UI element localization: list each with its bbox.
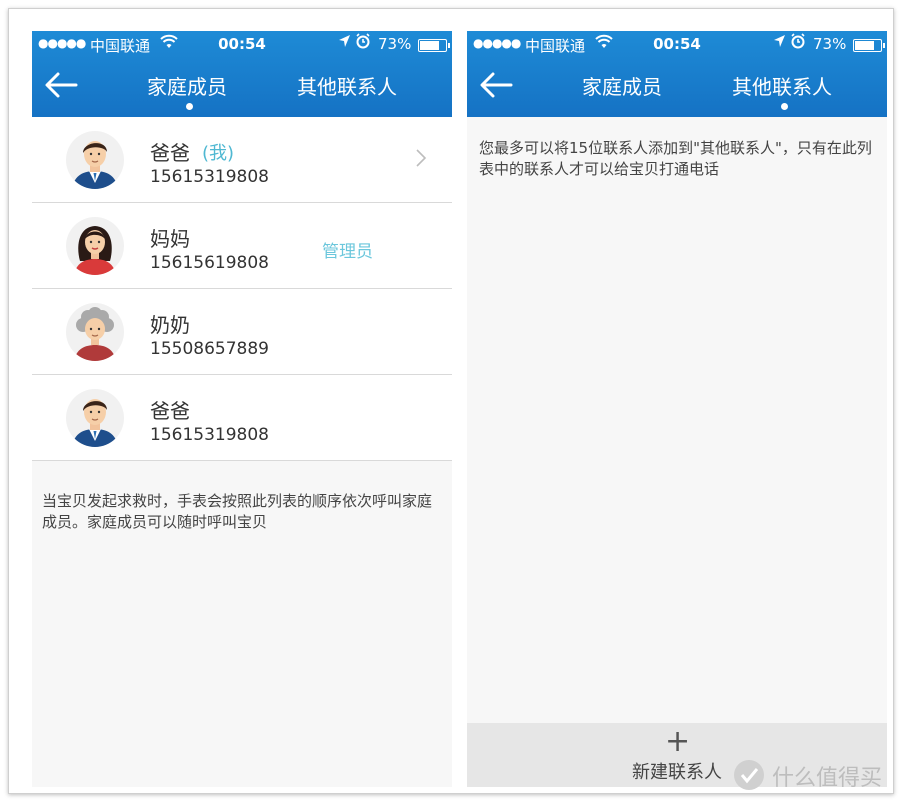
left-screen: ●●●●● 中国联通 00:54 73% 家庭成员 其他联系人 爸爸 (我) 1… (32, 31, 452, 787)
member-phone: 15615319808 (150, 167, 269, 187)
tab-family-members[interactable]: 家庭成员 (582, 71, 662, 100)
member-phone: 15508657889 (150, 339, 269, 359)
right-screen: ●●●●● 中国联通 00:54 73% 家庭成员 其他联系人 您最多可以将15… (467, 31, 887, 787)
member-phone: 15615319808 (150, 425, 269, 445)
man-avatar (66, 389, 124, 447)
tab-family-members[interactable]: 家庭成员 (147, 71, 227, 100)
member-name: 妈妈 (150, 227, 190, 251)
tab-other-contacts[interactable]: 其他联系人 (732, 71, 832, 100)
family-member-list: 爸爸 (我) 15615319808 妈妈 15615619808 管理员 奶奶… (32, 117, 452, 461)
alarm-icon (356, 33, 370, 53)
location-arrow-icon (338, 34, 351, 52)
member-row-mom[interactable]: 妈妈 15615619808 管理员 (32, 203, 452, 289)
watermark: 什么值得买 (732, 756, 902, 792)
member-name: 奶奶 (150, 313, 190, 337)
member-phone: 15615619808 (150, 253, 269, 273)
battery-percent: 73% (378, 35, 412, 53)
plus-icon: + (665, 724, 691, 759)
watermark-text: 什么值得买 (772, 766, 883, 791)
alarm-icon (791, 33, 805, 53)
me-tag: (我) (202, 143, 235, 164)
header-bar: ●●●●● 中国联通 00:54 73% 家庭成员 其他联系人 (467, 31, 887, 117)
family-list-note: 当宝贝发起求救时，手表会按照此列表的顺序依次呼叫家庭成员。家庭成员可以随时呼叫宝… (42, 492, 433, 531)
back-arrow-icon[interactable] (479, 71, 519, 107)
header-bar: ●●●●● 中国联通 00:54 73% 家庭成员 其他联系人 (32, 31, 452, 117)
member-name: 爸爸 (150, 399, 190, 423)
chevron-right-icon (415, 148, 427, 172)
smzdm-logo-icon (732, 758, 766, 796)
status-bar: ●●●●● 中国联通 00:54 73% (467, 31, 887, 59)
battery-icon (853, 39, 885, 52)
battery-percent: 73% (813, 35, 847, 53)
admin-badge: 管理员 (322, 242, 373, 262)
active-tab-indicator (781, 103, 788, 110)
battery-icon (418, 39, 450, 52)
member-row-dad-me[interactable]: 爸爸 (我) 15615319808 (32, 117, 452, 203)
active-tab-indicator (186, 103, 193, 110)
member-row-grandma[interactable]: 奶奶 15508657889 (32, 289, 452, 375)
screenshot-frame: ●●●●● 中国联通 00:54 73% 家庭成员 其他联系人 爸爸 (我) 1… (8, 8, 894, 794)
tab-other-contacts[interactable]: 其他联系人 (297, 71, 397, 100)
other-contacts-note: 您最多可以将15位联系人添加到"其他联系人"，只有在此列表中的联系人才可以给宝贝… (479, 139, 872, 178)
status-bar: ●●●●● 中国联通 00:54 73% (32, 31, 452, 59)
location-arrow-icon (773, 34, 786, 52)
grandma-avatar (66, 303, 124, 361)
member-row-dad[interactable]: 爸爸 15615319808 (32, 375, 452, 461)
member-name: 爸爸 (150, 141, 190, 165)
man-avatar (66, 131, 124, 189)
woman-avatar (66, 217, 124, 275)
back-arrow-icon[interactable] (44, 71, 84, 107)
